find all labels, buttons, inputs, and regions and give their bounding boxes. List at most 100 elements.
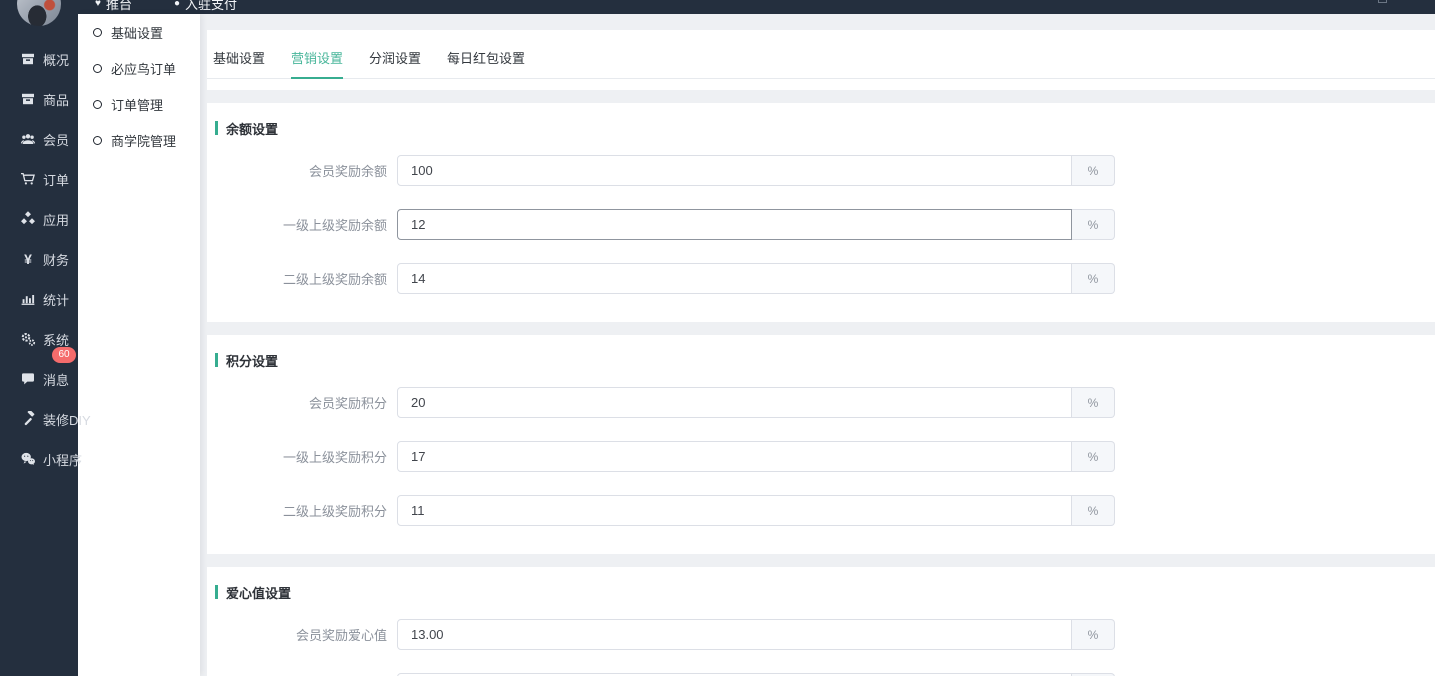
chat-bubble-icon	[20, 371, 36, 387]
sidebar-item-statistics[interactable]: 统计	[0, 279, 78, 319]
header-nav-frontend[interactable]: ♥ 推台	[95, 0, 132, 13]
hammer-icon	[20, 411, 36, 427]
circle-icon	[93, 28, 102, 37]
user-avatar[interactable]	[17, 0, 61, 26]
tab-profit-settings[interactable]: 分润设置	[369, 43, 421, 78]
submenu-item-basic-settings[interactable]: 基础设置	[78, 14, 200, 50]
percent-addon: %	[1072, 387, 1115, 418]
field-label: 一级上级奖励积分	[215, 447, 387, 466]
section-header: 爱心值设置	[215, 585, 1435, 599]
sidebar-item-decorate-diy[interactable]: 装修DIY	[0, 399, 78, 439]
settings-tabs-card: 基础设置 营销设置 分润设置 每日红包设置	[207, 30, 1435, 90]
member-reward-love-input[interactable]	[397, 619, 1072, 650]
archive-box-icon	[20, 51, 36, 67]
submenu-item-label: 商学院管理	[111, 131, 176, 150]
sidebar-item-label: 应用	[43, 210, 69, 229]
member-reward-balance-input[interactable]	[397, 155, 1072, 186]
section-marker	[215, 585, 218, 599]
section-marker	[215, 353, 218, 367]
cart-icon	[20, 171, 36, 187]
circle-icon	[93, 136, 102, 145]
sidebar-item-label: 订单	[43, 170, 69, 189]
section-title: 余额设置	[226, 119, 278, 138]
top-header-bar: ♥ 推台 ● 入驻支付	[0, 0, 1435, 14]
header-nav-label: 推台	[106, 0, 132, 13]
field-level2-reward-points: 二级上级奖励积分 %	[215, 495, 1435, 526]
circle-icon	[93, 100, 102, 109]
section-balance-settings: 余额设置 会员奖励余额 % 一级上级奖励余额 % 二级上级奖励余额	[207, 103, 1435, 322]
message-count-badge: 60	[52, 347, 76, 363]
sidebar-item-apps[interactable]: 应用	[0, 199, 78, 239]
member-reward-points-input[interactable]	[397, 387, 1072, 418]
header-right-widget[interactable]	[1378, 0, 1387, 3]
tab-daily-redpacket-settings[interactable]: 每日红包设置	[447, 43, 525, 78]
bar-chart-icon	[20, 291, 36, 307]
level2-reward-points-input[interactable]	[397, 495, 1072, 526]
submenu-item-bird-orders[interactable]: 必应鸟订单	[78, 50, 200, 86]
sidebar-item-orders[interactable]: 订单	[0, 159, 78, 199]
percent-addon: %	[1072, 619, 1115, 650]
sidebar-item-finance[interactable]: ¥ 财务	[0, 239, 78, 279]
sidebar-item-label: 商品	[43, 90, 69, 109]
tab-marketing-settings[interactable]: 营销设置	[291, 43, 343, 78]
tab-basic-settings[interactable]: 基础设置	[213, 43, 265, 78]
field-level1-reward-balance: 一级上级奖励余额 %	[215, 209, 1435, 240]
percent-addon: %	[1072, 495, 1115, 526]
wechat-icon	[20, 451, 36, 467]
circle-icon	[93, 64, 102, 73]
sidebar-item-label: 消息	[43, 370, 69, 389]
heart-icon: ♥	[95, 0, 101, 9]
field-member-reward-points: 会员奖励积分 %	[215, 387, 1435, 418]
sidebar-item-label: 统计	[43, 290, 69, 309]
field-label: 二级上级奖励余额	[215, 269, 387, 288]
header-nav-label: 入驻支付	[185, 0, 237, 13]
percent-addon: %	[1072, 155, 1115, 186]
section-points-settings: 积分设置 会员奖励积分 % 一级上级奖励积分 % 二级上级奖励积分	[207, 335, 1435, 554]
field-label: 一级上级奖励余额	[215, 215, 387, 234]
submenu-item-order-management[interactable]: 订单管理	[78, 86, 200, 122]
field-label: 二级上级奖励积分	[215, 501, 387, 520]
submenu-item-academy-management[interactable]: 商学院管理	[78, 122, 200, 158]
gears-icon	[20, 331, 36, 347]
yen-icon: ¥	[20, 251, 36, 267]
section-header: 余额设置	[215, 121, 1435, 135]
submenu-item-label: 订单管理	[111, 95, 163, 114]
sidebar-item-members[interactable]: 会员	[0, 119, 78, 159]
sidebar-item-overview[interactable]: 概况	[0, 39, 78, 79]
field-member-reward-balance: 会员奖励余额 %	[215, 155, 1435, 186]
header-nav-payment[interactable]: ● 入驻支付	[174, 0, 237, 13]
level1-reward-points-input[interactable]	[397, 441, 1072, 472]
section-title: 积分设置	[226, 351, 278, 370]
field-level1-reward-points: 一级上级奖励积分 %	[215, 441, 1435, 472]
field-label: 会员奖励余额	[215, 161, 387, 180]
section-title: 爱心值设置	[226, 583, 291, 602]
secondary-sidebar: 基础设置 必应鸟订单 订单管理 商学院管理	[78, 14, 200, 676]
main-content: 基础设置 营销设置 分润设置 每日红包设置 余额设置 会员奖励余额 % 一级上级…	[200, 14, 1435, 676]
sidebar-item-label: 概况	[43, 50, 69, 69]
field-member-reward-love: 会员奖励爱心值 %	[215, 619, 1435, 650]
field-level2-reward-balance: 二级上级奖励余额 %	[215, 263, 1435, 294]
sidebar-item-label: 财务	[43, 250, 69, 269]
sidebar-item-miniprogram[interactable]: 小程序	[0, 439, 78, 479]
level1-reward-balance-input[interactable]	[397, 209, 1072, 240]
section-marker	[215, 121, 218, 135]
page: ♥ 推台 ● 入驻支付 概况 商品	[0, 0, 1435, 676]
primary-sidebar: 概况 商品 会员 订单	[0, 0, 78, 676]
field-label: 会员奖励积分	[215, 393, 387, 412]
tab-bar: 基础设置 营销设置 分润设置 每日红包设置	[207, 43, 1435, 79]
section-love-value-settings: 爱心值设置 会员奖励爱心值 % %	[207, 567, 1435, 676]
submenu-item-label: 必应鸟订单	[111, 59, 176, 78]
sidebar-item-goods[interactable]: 商品	[0, 79, 78, 119]
sidebar-item-label: 装修DIY	[43, 410, 91, 429]
sidebar-item-messages[interactable]: 消息 60	[0, 359, 78, 399]
dot-icon: ●	[174, 0, 180, 9]
product-box-icon	[20, 91, 36, 107]
percent-addon: %	[1072, 441, 1115, 472]
level2-reward-balance-input[interactable]	[397, 263, 1072, 294]
users-icon	[20, 131, 36, 147]
percent-addon: %	[1072, 209, 1115, 240]
submenu-item-label: 基础设置	[111, 23, 163, 42]
sidebar-item-label: 小程序	[43, 450, 82, 469]
field-label: 会员奖励爱心值	[215, 625, 387, 644]
section-header: 积分设置	[215, 353, 1435, 367]
